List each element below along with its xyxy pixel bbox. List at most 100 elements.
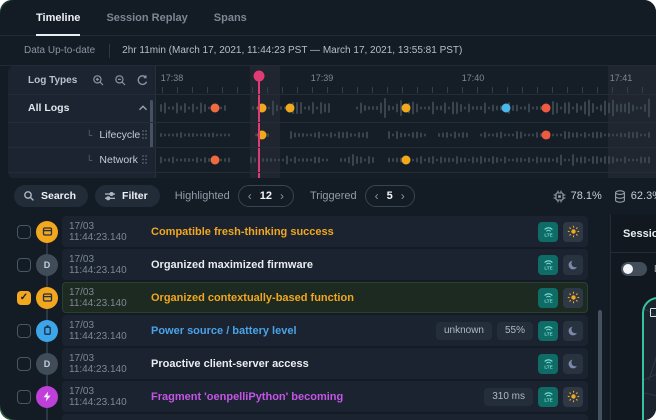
refresh-icon[interactable] (134, 72, 150, 88)
sidebar-item-all-logs[interactable]: All Logs (8, 94, 156, 122)
filter-button-label: Filter (122, 190, 148, 202)
log-row-actions: LTE (538, 354, 588, 374)
log-checkbox[interactable] (17, 258, 31, 272)
log-row[interactable]: 17/03 11:44:23.140Organized maximized fi… (0, 249, 588, 280)
log-row-actions: LTE (538, 288, 588, 308)
log-checkbox[interactable]: ✓ (17, 291, 31, 305)
log-row-card: 17/03 11:44:23.140Organized contextually… (62, 282, 588, 313)
log-row[interactable]: 17/03 11:44:23.140Organized contextually… (0, 282, 588, 313)
lte-network-button[interactable]: LTE (538, 222, 558, 242)
log-timestamp: 17/03 11:44:23.140 (69, 353, 151, 375)
log-checkbox[interactable] (17, 357, 31, 371)
log-timestamp: 17/03 11:44:23.140 (69, 287, 151, 309)
log-types-header: Log Types (8, 66, 156, 94)
event-dot[interactable] (286, 104, 295, 113)
session-panel-title: Session (623, 228, 656, 240)
log-row[interactable] (0, 414, 588, 420)
log-row-actions: LTE (538, 222, 588, 242)
log-row[interactable]: 17/03 11:44:23.140Compatible fresh-think… (0, 216, 588, 247)
sun-theme-button[interactable] (563, 288, 583, 308)
log-row[interactable]: 17/03 11:44:23.140Fragment 'oenpelliPyth… (0, 381, 588, 412)
moon-theme-button[interactable] (563, 321, 583, 341)
tick-mark (402, 87, 403, 93)
moon-theme-button[interactable] (563, 354, 583, 374)
drag-handle-icon[interactable] (141, 129, 148, 140)
tick-mark (222, 87, 223, 93)
log-list-scrollbar[interactable] (598, 310, 602, 420)
svg-text:LTE: LTE (544, 299, 552, 304)
highlighted-value: 12 (260, 190, 272, 202)
search-icon (23, 190, 35, 202)
svg-text:LTE: LTE (544, 332, 552, 337)
tick-mark (387, 87, 388, 93)
chevron-up-icon[interactable] (138, 104, 148, 112)
event-dot[interactable] (542, 130, 551, 139)
tick-mark (372, 87, 373, 93)
tick-label: 17:39 (311, 73, 334, 83)
sidebar-item-lifecycle[interactable]: └Lifecycle (8, 122, 156, 147)
log-message: Fragment 'oenpelliPython' becoming (151, 391, 343, 403)
timeline-section: 17:3817:3917:4017:41 Log Types (8, 66, 656, 178)
lte-network-button[interactable]: LTE (538, 321, 558, 341)
highlighted-next-icon[interactable]: › (280, 190, 284, 202)
info-bar: Data Up-to-date 2hr 11min (March 17, 202… (0, 36, 656, 66)
log-row[interactable]: 17/03 11:44:23.140Power source / battery… (0, 315, 588, 346)
log-message: Proactive client-server access (151, 358, 309, 370)
zoom-in-icon[interactable] (90, 72, 106, 88)
tick-mark (192, 87, 193, 93)
filter-button[interactable]: Filter (95, 185, 160, 207)
tick-mark (492, 87, 493, 93)
event-dot[interactable] (211, 104, 220, 113)
log-checkbox[interactable] (17, 324, 31, 338)
log-timestamp: 17/03 11:44:23.140 (69, 254, 151, 276)
divider (8, 122, 656, 123)
lte-network-button[interactable]: LTE (538, 255, 558, 275)
toggle-knob (623, 264, 633, 274)
zoom-out-icon[interactable] (112, 72, 128, 88)
tick-mark (642, 87, 643, 93)
tick-mark (567, 87, 568, 93)
cpu-value: 78.1% (571, 190, 602, 202)
cpu-stat: 78.1% (553, 190, 602, 203)
event-dot[interactable] (211, 155, 220, 164)
tick-mark (612, 87, 613, 93)
tick-mark (627, 87, 628, 93)
log-checkbox[interactable] (17, 390, 31, 404)
triggered-value: 5 (387, 190, 393, 202)
log-timestamp: 17/03 11:44:23.140 (69, 320, 151, 342)
tab-session-replay[interactable]: Session Replay (106, 0, 187, 36)
log-checkbox[interactable] (17, 225, 31, 239)
log-timestamp: 17/03 11:44:23.140 (69, 386, 151, 408)
log-row[interactable]: 17/03 11:44:23.140Proactive client-serve… (0, 348, 588, 379)
event-dot[interactable] (542, 104, 551, 113)
log-types-scrollbar[interactable] (150, 100, 153, 148)
lte-network-button[interactable]: LTE (538, 387, 558, 407)
log-row-card (62, 414, 588, 420)
event-dot[interactable] (502, 104, 511, 113)
session-toggle[interactable] (621, 262, 647, 276)
sun-theme-button[interactable] (563, 222, 583, 242)
playhead-handle[interactable] (254, 71, 265, 82)
triggered-next-icon[interactable]: › (401, 190, 405, 202)
drag-handle-icon[interactable] (141, 154, 148, 165)
tab-spans[interactable]: Spans (214, 0, 247, 36)
triggered-prev-icon[interactable]: ‹ (375, 190, 379, 202)
event-dot[interactable] (402, 104, 411, 113)
database-icon (614, 190, 626, 203)
tick-mark (252, 87, 253, 93)
tick-mark (312, 87, 313, 93)
divider (8, 172, 656, 173)
moon-theme-button[interactable] (563, 255, 583, 275)
tick-mark (432, 87, 433, 93)
playhead-line[interactable] (258, 76, 260, 178)
event-dot[interactable] (402, 155, 411, 164)
search-button[interactable]: Search (14, 185, 88, 207)
sidebar-item-network[interactable]: └Network (8, 147, 156, 172)
highlighted-label: Highlighted (175, 190, 230, 202)
lte-network-button[interactable]: LTE (538, 288, 558, 308)
sun-theme-button[interactable] (563, 387, 583, 407)
lte-network-button[interactable]: LTE (538, 354, 558, 374)
device-replay-frame[interactable] (642, 297, 656, 420)
tab-timeline[interactable]: Timeline (36, 0, 80, 36)
highlighted-prev-icon[interactable]: ‹ (248, 190, 252, 202)
